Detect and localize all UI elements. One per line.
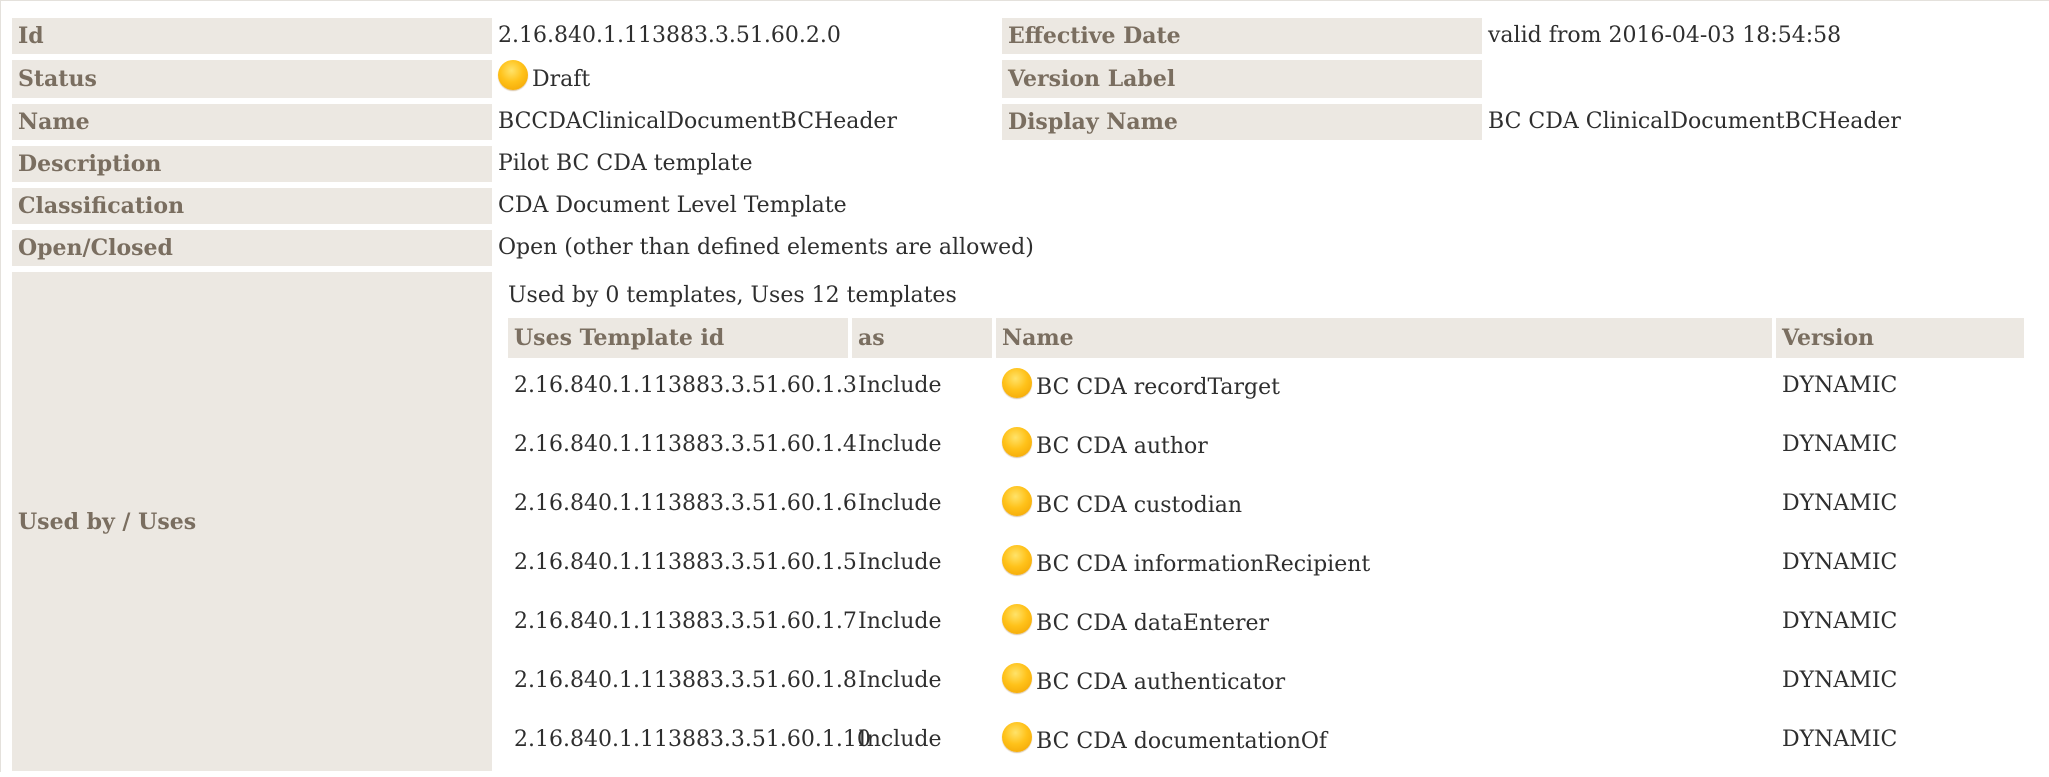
table-row: 2.16.840.1.113883.3.51.60.1.7 Include BC… (508, 594, 2024, 653)
uses-templates-table: Uses Template id as Name Version 2.16.84… (504, 318, 2028, 771)
col-header-as: as (852, 318, 992, 358)
draft-status-icon (1002, 486, 1032, 516)
uses-name-cell[interactable]: BC CDA author (996, 417, 1772, 476)
open-closed-label: Open/Closed (12, 230, 492, 266)
uses-version: DYNAMIC (1782, 372, 1898, 398)
draft-status-icon (1002, 368, 1032, 398)
id-label: Id (12, 18, 492, 54)
open-closed-value: Open (other than defined elements are al… (498, 235, 1034, 260)
table-row: 2.16.840.1.113883.3.51.60.1.10 Include B… (508, 712, 2024, 771)
uses-template-id: 2.16.840.1.113883.3.51.60.1.5 (514, 549, 857, 575)
table-row: 2.16.840.1.113883.3.51.60.1.4 Include BC… (508, 417, 2024, 476)
uses-as: Include (858, 726, 942, 752)
uses-name[interactable]: BC CDA author (1036, 434, 1208, 459)
uses-version: DYNAMIC (1782, 608, 1898, 634)
draft-status-icon (1002, 427, 1032, 457)
row-id: Id 2.16.840.1.113883.3.51.60.2.0 Effecti… (12, 18, 2044, 54)
uses-version: DYNAMIC (1782, 549, 1898, 575)
uses-as: Include (858, 549, 942, 575)
uses-name-cell[interactable]: BC CDA dataEnterer (996, 594, 1772, 653)
template-metadata-table: Id 2.16.840.1.113883.3.51.60.2.0 Effecti… (12, 12, 2044, 777)
row-open-closed: Open/Closed Open (other than defined ele… (12, 230, 2044, 266)
row-description: Description Pilot BC CDA template (12, 146, 2044, 182)
classification-label: Classification (12, 188, 492, 224)
uses-name[interactable]: BC CDA informationRecipient (1036, 552, 1370, 577)
used-by-uses-cell: Used by 0 templates, Uses 12 templates U… (492, 272, 2044, 771)
uses-name-cell[interactable]: BC CDA documentationOf (996, 712, 1772, 771)
uses-as: Include (858, 431, 942, 457)
uses-as: Include (858, 608, 942, 634)
uses-name-cell[interactable]: BC CDA informationRecipient (996, 535, 1772, 594)
uses-as: Include (858, 372, 942, 398)
status-value-cell: Draft (492, 60, 1002, 98)
classification-value: CDA Document Level Template (498, 193, 847, 218)
uses-template-id: 2.16.840.1.113883.3.51.60.1.4 (514, 431, 857, 457)
uses-name[interactable]: BC CDA authenticator (1036, 670, 1285, 695)
row-name: Name BCCDAClinicalDocumentBCHeader Displ… (12, 104, 2044, 140)
uses-name[interactable]: BC CDA custodian (1036, 493, 1242, 518)
table-row: 2.16.840.1.113883.3.51.60.1.8 Include BC… (508, 653, 2024, 712)
table-row: 2.16.840.1.113883.3.51.60.1.3 Include BC… (508, 358, 2024, 417)
name-value: BCCDAClinicalDocumentBCHeader (498, 109, 897, 134)
uses-container: Used by 0 templates, Uses 12 templates U… (492, 272, 2044, 771)
draft-status-icon (1002, 545, 1032, 575)
uses-template-id: 2.16.840.1.113883.3.51.60.1.3 (514, 372, 857, 398)
draft-status-icon (1002, 722, 1032, 752)
draft-status-icon (1002, 604, 1032, 634)
draft-status-icon (498, 60, 528, 90)
uses-name[interactable]: BC CDA dataEnterer (1036, 611, 1269, 636)
description-label: Description (12, 146, 492, 182)
uses-name[interactable]: BC CDA recordTarget (1036, 375, 1280, 400)
row-used-by-uses: Used by / Uses Used by 0 templates, Uses… (12, 272, 2044, 771)
table-row: 2.16.840.1.113883.3.51.60.1.5 Include BC… (508, 535, 2024, 594)
uses-name-cell[interactable]: BC CDA custodian (996, 476, 1772, 535)
display-name-label: Display Name (1002, 104, 1482, 140)
uses-version: DYNAMIC (1782, 490, 1898, 516)
effective-date-label: Effective Date (1002, 18, 1482, 54)
row-status: Status Draft Version Label (12, 60, 2044, 98)
col-header-version: Version (1776, 318, 2024, 358)
display-name-value: BC CDA ClinicalDocumentBCHeader (1488, 109, 1901, 134)
uses-header-row: Uses Template id as Name Version (508, 318, 2024, 358)
uses-as: Include (858, 667, 942, 693)
version-label-value (1482, 60, 2044, 98)
uses-template-id: 2.16.840.1.113883.3.51.60.1.7 (514, 608, 857, 634)
effective-date-value: valid from 2016-04-03 18:54:58 (1488, 23, 1842, 48)
row-classification: Classification CDA Document Level Templa… (12, 188, 2044, 224)
draft-status-icon (1002, 663, 1032, 693)
name-label: Name (12, 104, 492, 140)
col-header-template-id: Uses Template id (508, 318, 848, 358)
table-row: 2.16.840.1.113883.3.51.60.1.6 Include BC… (508, 476, 2024, 535)
status-value: Draft (532, 67, 591, 92)
uses-name[interactable]: BC CDA documentationOf (1036, 729, 1327, 754)
uses-template-id: 2.16.840.1.113883.3.51.60.1.10 (514, 726, 871, 752)
version-label-label: Version Label (1002, 60, 1482, 98)
description-value: Pilot BC CDA template (498, 151, 753, 176)
used-by-uses-label: Used by / Uses (12, 272, 492, 771)
uses-as: Include (858, 490, 942, 516)
uses-template-id: 2.16.840.1.113883.3.51.60.1.6 (514, 490, 857, 516)
col-header-name: Name (996, 318, 1772, 358)
status-label: Status (12, 60, 492, 98)
uses-name-cell[interactable]: BC CDA recordTarget (996, 358, 1772, 417)
uses-version: DYNAMIC (1782, 431, 1898, 457)
uses-template-id: 2.16.840.1.113883.3.51.60.1.8 (514, 667, 857, 693)
uses-version: DYNAMIC (1782, 667, 1898, 693)
id-value: 2.16.840.1.113883.3.51.60.2.0 (498, 23, 841, 48)
uses-name-cell[interactable]: BC CDA authenticator (996, 653, 1772, 712)
uses-version: DYNAMIC (1782, 726, 1898, 752)
uses-summary: Used by 0 templates, Uses 12 templates (508, 283, 957, 308)
